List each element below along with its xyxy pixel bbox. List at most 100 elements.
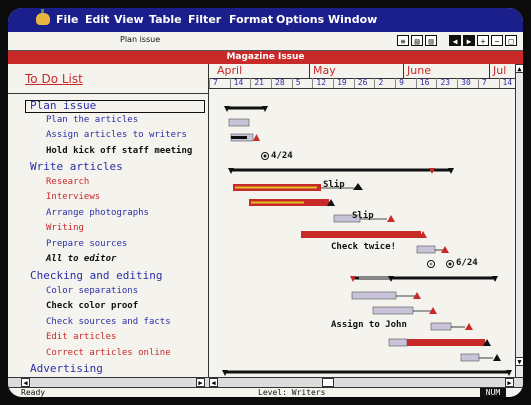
month-divider <box>489 64 490 78</box>
day-tick-label: 5 <box>295 78 301 87</box>
day-gridline <box>312 78 314 88</box>
day-gridline <box>395 78 397 88</box>
bar-check-color-proof <box>372 306 414 315</box>
scroll-left-button[interactable]: ◀ <box>449 35 461 46</box>
chart-scroll-right-icon[interactable]: ▶ <box>505 378 514 387</box>
photo-slip-label: Slip <box>352 211 374 221</box>
task-group-row[interactable]: Advertising <box>30 362 103 375</box>
month-divider <box>403 64 404 78</box>
view-split-button[interactable]: ▤ <box>411 35 423 46</box>
menu-view[interactable]: View <box>114 13 144 26</box>
menu-options[interactable]: Options <box>276 13 324 26</box>
day-tick-label: 12 <box>316 78 327 87</box>
zoom-in-button[interactable]: + <box>477 35 489 46</box>
task-row[interactable]: Prepare sources <box>46 238 127 250</box>
month-header: April May June Jul <box>209 64 523 79</box>
day-tick-label: 14 <box>502 78 513 87</box>
month-april: April <box>217 64 243 77</box>
day-tick-label: 19 <box>337 78 347 87</box>
day-gridline <box>229 78 231 88</box>
bar-plan-the-articles <box>228 118 250 127</box>
month-divider <box>309 64 310 78</box>
menu-window[interactable]: Window <box>328 13 377 26</box>
scroll-down-arrow-icon[interactable]: ▼ <box>515 357 523 366</box>
task-row[interactable]: Arrange photographs <box>46 207 149 219</box>
window-title: Magazine Issue <box>8 51 523 64</box>
day-gridline <box>250 78 252 88</box>
zoom-out-button[interactable]: − <box>491 35 503 46</box>
menu-file[interactable]: File <box>56 13 79 26</box>
check-twice-label: Check twice! <box>331 242 397 252</box>
task-row[interactable]: All to editor <box>46 253 116 265</box>
vertical-scrollbar[interactable]: ▲ ▼ <box>515 64 523 377</box>
document-name: Plan issue <box>120 35 161 44</box>
day-tick-label: 14 <box>233 78 244 87</box>
chart-scroll-thumb[interactable] <box>322 378 334 387</box>
day-gridline <box>271 78 273 88</box>
apple-menu-icon[interactable] <box>36 9 50 25</box>
menu-format[interactable]: Format <box>229 13 273 26</box>
month-july: Jul <box>493 64 507 77</box>
task-row[interactable]: Check sources and facts <box>46 316 171 328</box>
task-row[interactable]: Research <box>46 176 89 188</box>
assign-john-label: Assign to John <box>331 320 407 330</box>
day-tick-label: 9 <box>399 78 404 87</box>
bar-edit-articles <box>388 338 408 347</box>
day-gridline <box>291 78 293 88</box>
task-group-row[interactable]: Write articles <box>30 160 123 173</box>
task-row[interactable]: Color separations <box>46 285 138 297</box>
day-gridline <box>457 78 459 88</box>
month-june: June <box>407 64 431 77</box>
bar-check-sources <box>430 322 452 331</box>
day-tick-label: 26 <box>357 78 368 87</box>
task-row[interactable]: Check color proof <box>46 300 138 312</box>
milestone-research <box>353 183 363 190</box>
todo-list-header[interactable]: To Do List <box>25 72 83 86</box>
day-tick-label: 7 <box>213 78 218 87</box>
task-row[interactable]: Interviews <box>46 191 100 203</box>
task-row[interactable]: Hold kick off staff meeting <box>46 145 192 157</box>
task-row[interactable]: Edit articles <box>46 331 116 343</box>
view-outline-button[interactable]: ≡ <box>397 35 409 46</box>
task-row[interactable]: Plan the articles <box>46 114 138 126</box>
toolbar: Plan issue ≡ ▤ ▥ ◀ ▶ + − □ <box>8 32 523 51</box>
bar-writing <box>301 231 421 238</box>
bar-assign-progress <box>231 136 247 139</box>
gantt-chart[interactable] <box>209 89 515 377</box>
task-group-row[interactable]: Checking and editing <box>30 269 162 282</box>
menu-filter[interactable]: Filter <box>188 13 221 26</box>
view-chart-button[interactable]: ▥ <box>425 35 437 46</box>
bar-correct-articles <box>460 353 480 362</box>
bar-color-separations <box>351 291 397 300</box>
chart-scroll-left-icon[interactable]: ◀ <box>209 378 218 387</box>
task-row[interactable]: Writing <box>46 222 84 234</box>
task-group-row[interactable]: Plan issue <box>30 99 96 112</box>
day-tick-label: 28 <box>275 78 285 87</box>
status-bar: Ready Level: Writers NUM <box>8 387 523 397</box>
day-gridline <box>498 78 500 88</box>
scroll-right-button[interactable]: ▶ <box>463 35 475 46</box>
day-tick-label: 7 <box>481 78 487 87</box>
left-pane-scroll-left-icon[interactable]: ◀ <box>21 378 30 387</box>
left-pane-scroll-right-icon[interactable]: ▶ <box>196 378 205 387</box>
zoom-box-button[interactable]: □ <box>505 35 517 46</box>
num-lock-indicator: NUM <box>480 388 506 397</box>
header-divider <box>8 93 208 94</box>
day-gridline <box>415 78 417 88</box>
task-row[interactable]: Assign articles to writers <box>46 129 187 141</box>
meeting-date-label: 4/24 <box>271 151 293 161</box>
status-ready: Ready <box>21 388 46 397</box>
day-tick-label: 30 <box>461 78 471 87</box>
scroll-up-arrow-icon[interactable]: ▲ <box>515 64 523 73</box>
menu-edit[interactable]: Edit <box>85 13 109 26</box>
day-gridline <box>436 78 438 88</box>
day-tick-label: 21 <box>254 78 264 87</box>
app-screen: File Edit View Table Filter Format Optio… <box>8 8 523 397</box>
day-gridline <box>374 78 376 88</box>
menu-table[interactable]: Table <box>149 13 182 26</box>
day-tick-label: 23 <box>440 78 451 87</box>
task-row[interactable]: Correct articles online <box>46 347 171 359</box>
milestone-assign <box>253 134 260 141</box>
day-gridline <box>209 78 210 88</box>
status-level: Level: Writers <box>258 388 326 397</box>
